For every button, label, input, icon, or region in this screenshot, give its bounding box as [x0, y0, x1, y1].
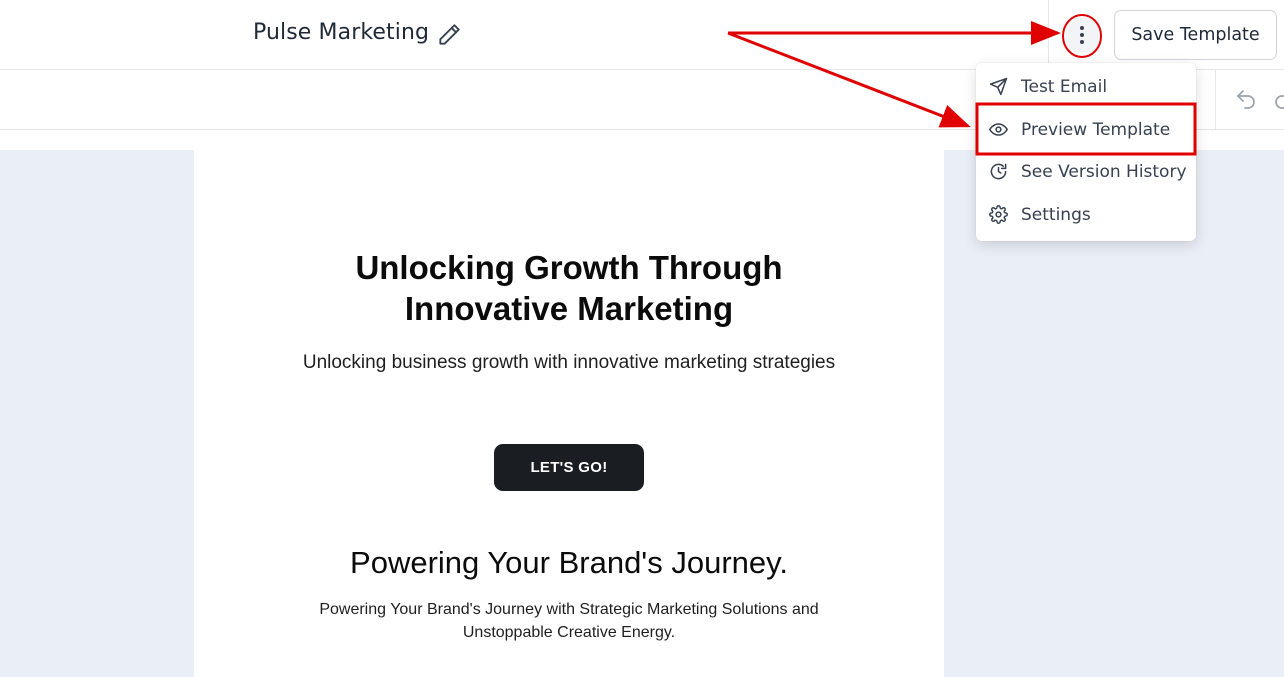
hero-title-line: Innovative Marketing	[404, 290, 734, 327]
hero-subtitle[interactable]: Unlocking business growth with innovativ…	[194, 352, 944, 374]
redo-icon[interactable]	[1272, 87, 1284, 111]
section-title[interactable]: Powering Your Brand's Journey.	[194, 545, 944, 581]
gear-icon	[989, 205, 1008, 224]
hero-title-line: Unlocking Growth Through	[355, 249, 783, 286]
eye-icon	[989, 120, 1008, 139]
menu-item-label: Test Email	[1021, 77, 1108, 97]
header-divider	[1048, 0, 1049, 70]
section-text-line: Unstoppable Creative Energy.	[462, 623, 676, 641]
email-body: Unlocking Growth Through Innovative Mark…	[194, 150, 944, 677]
hero-title[interactable]: Unlocking Growth Through Innovative Mark…	[194, 247, 944, 329]
send-icon	[989, 77, 1008, 96]
more-vertical-icon	[1080, 26, 1084, 44]
toolbar-divider	[1215, 70, 1216, 130]
section-text[interactable]: Powering Your Brand's Journey with Strat…	[284, 599, 854, 644]
menu-item-label: Settings	[1021, 205, 1091, 225]
menu-item-preview-template[interactable]: Preview Template	[976, 109, 1196, 149]
history-icon	[989, 162, 1008, 181]
cta-button[interactable]: LET'S GO!	[494, 444, 644, 491]
menu-item-label: See Version History	[1021, 162, 1187, 182]
top-bar: Pulse Marketing Save Template	[0, 0, 1284, 70]
undo-icon[interactable]	[1234, 87, 1258, 111]
options-menu: Test Email Preview Template See Version …	[976, 63, 1196, 241]
save-template-button[interactable]: Save Template	[1114, 10, 1277, 60]
menu-item-test-email[interactable]: Test Email	[976, 66, 1196, 106]
menu-item-version-history[interactable]: See Version History	[976, 151, 1196, 191]
more-options-button[interactable]	[1066, 18, 1098, 52]
section-text-line: Powering Your Brand's Journey with Strat…	[319, 601, 819, 618]
menu-item-settings[interactable]: Settings	[976, 194, 1196, 234]
pencil-icon[interactable]	[436, 22, 462, 48]
template-name: Pulse Marketing	[253, 20, 430, 45]
menu-item-label: Preview Template	[1021, 120, 1171, 140]
email-template-editor: Pulse Marketing Save Template Unlocking …	[0, 0, 1284, 677]
